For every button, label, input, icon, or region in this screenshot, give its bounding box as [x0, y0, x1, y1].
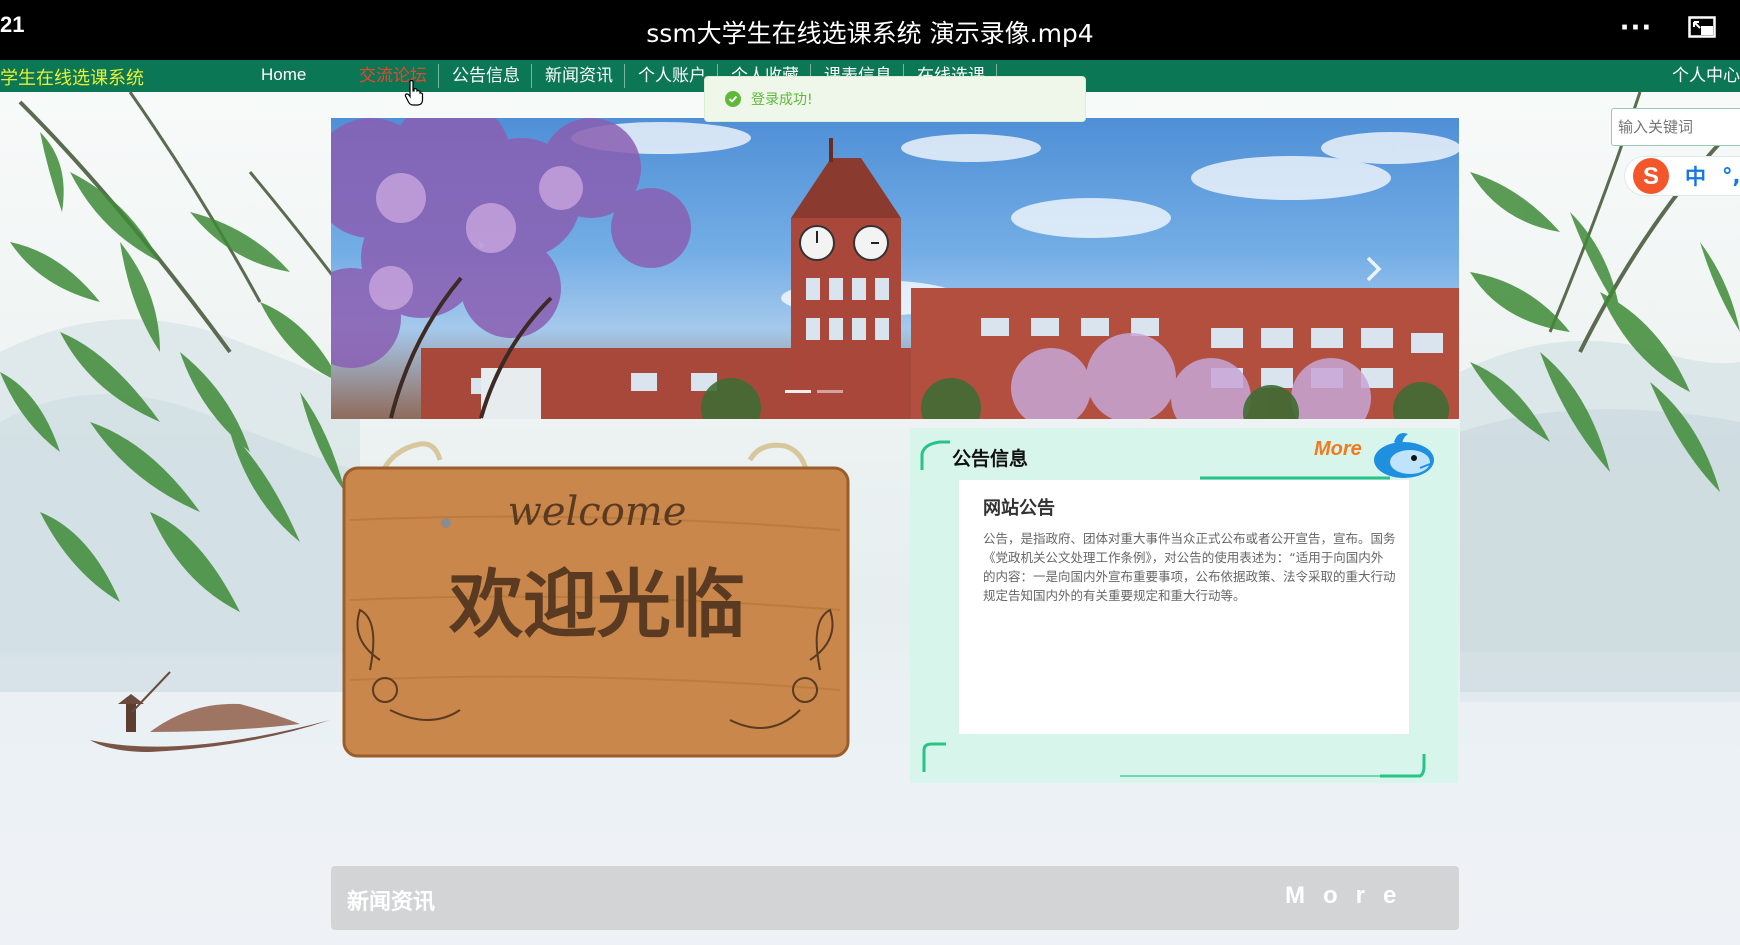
- nav-user-center[interactable]: 个人中心: [1672, 60, 1740, 92]
- news-more-link[interactable]: More: [1285, 882, 1414, 910]
- blue-mascot-icon[interactable]: [1368, 428, 1438, 480]
- ime-mode-chinese[interactable]: 中: [1685, 161, 1706, 191]
- notice-heading: 公告信息: [952, 448, 1029, 470]
- notice-card-title[interactable]: 网站公告: [983, 494, 1055, 520]
- sogou-logo-icon[interactable]: S: [1629, 156, 1673, 196]
- notice-line: 规定告知国内外的有关重要规定和重大行动等。: [983, 588, 1246, 603]
- video-player-bar: 21 ssm大学生在线选课系统 演示录像.mp4 ···: [0, 0, 1740, 60]
- search-input[interactable]: [1611, 108, 1740, 146]
- notice-line: 公告，是指政府、团体对重大事件当众正式公布或者公开宣告，宣布。国务: [983, 531, 1396, 546]
- nav-home[interactable]: Home: [261, 65, 306, 85]
- nav-divider: [624, 64, 625, 88]
- welcome-chinese-text: 欢迎光临: [448, 562, 745, 648]
- notice-card-body: 公告，是指政府、团体对重大事件当众正式公布或者公开宣告，宣布。国务 《党政机关公…: [983, 529, 1411, 605]
- chevron-right-icon[interactable]: [1362, 254, 1386, 284]
- toast-message: 登录成功!: [751, 92, 813, 108]
- notice-more-link[interactable]: More: [1314, 438, 1362, 461]
- welcome-english-text: welcome: [508, 489, 687, 535]
- nav-divider: [438, 64, 439, 88]
- wooden-welcome-sign-image: welcome 欢迎光临: [342, 441, 850, 758]
- player-title: ssm大学生在线选课系统 演示录像.mp4: [646, 19, 1094, 48]
- site-brand[interactable]: 学生在线选课系统: [0, 64, 144, 90]
- login-success-toast: 登录成功!: [704, 76, 1086, 122]
- notice-panel: 公告信息 More 网站公告 公告，是指政府、团体对重大事件当众正式公布或者公开…: [910, 428, 1458, 783]
- news-section-header: 新闻资讯 More: [331, 866, 1459, 930]
- svg-text:S: S: [1643, 163, 1659, 190]
- nav-news[interactable]: 新闻资讯: [545, 60, 613, 92]
- picture-in-picture-icon[interactable]: [1688, 16, 1716, 40]
- success-check-icon: [725, 91, 741, 107]
- notice-line: 的内容：一是向国内外宣布重要事项，公布依据政策、法令采取的重大行动: [983, 569, 1396, 584]
- ime-toolbar[interactable]: S 中 °,: [1624, 156, 1740, 196]
- more-options-button[interactable]: ···: [1618, 10, 1654, 46]
- nav-divider: [531, 64, 532, 88]
- news-heading: 新闻资讯: [347, 890, 436, 915]
- campus-clock-tower-image: [331, 118, 1459, 419]
- campus-banner-carousel[interactable]: [331, 118, 1459, 419]
- nav-notice[interactable]: 公告信息: [452, 60, 520, 92]
- nav-account[interactable]: 个人账户: [638, 60, 706, 92]
- hand-cursor-icon: [404, 80, 424, 106]
- welcome-sign-board: welcome 欢迎光临: [340, 440, 854, 760]
- ime-punctuation[interactable]: °,: [1722, 164, 1740, 188]
- notice-line: 《党政机关公文处理工作条例》，对公告的使用表述为：“适用于向国内外: [983, 550, 1384, 565]
- more-icon: ···: [1619, 13, 1653, 43]
- notice-card[interactable]: 网站公告 公告，是指政府、团体对重大事件当众正式公布或者公开宣告，宣布。国务 《…: [959, 480, 1409, 734]
